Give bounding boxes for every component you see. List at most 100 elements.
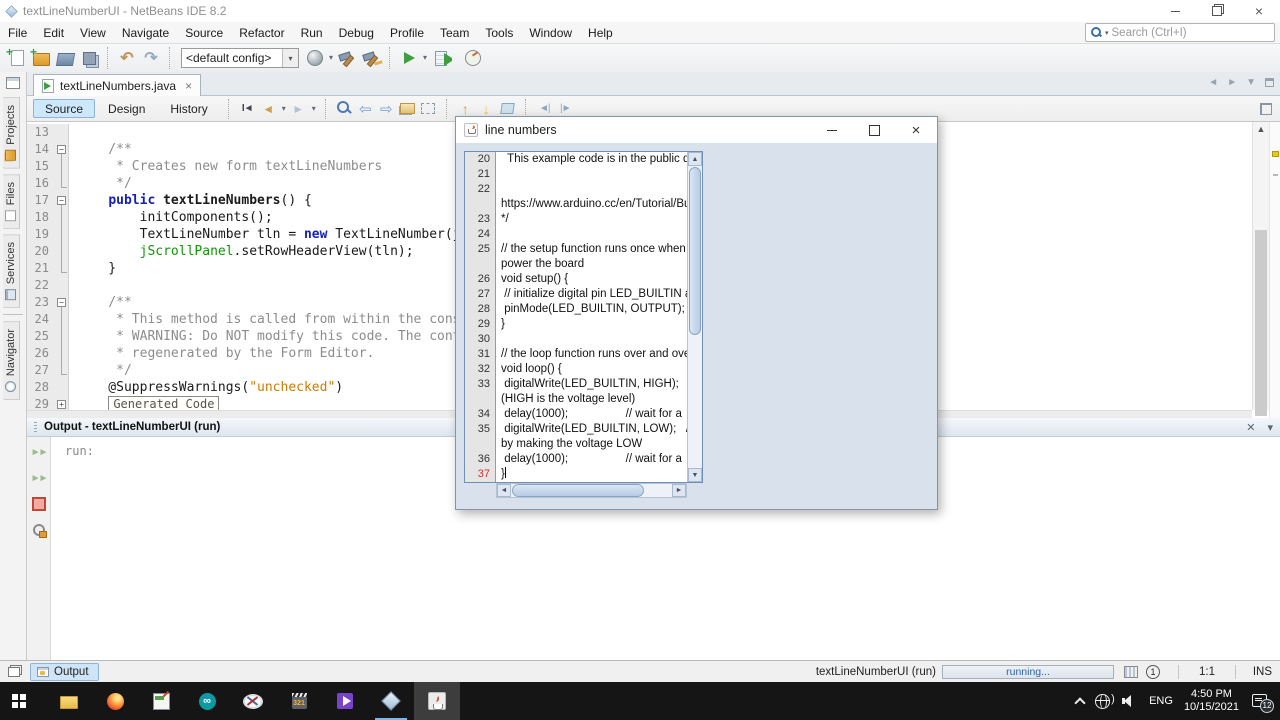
dialog-text-row[interactable]: 24 [465, 227, 687, 242]
code-text[interactable]: /** [69, 141, 132, 158]
taskbar-firefox-icon[interactable] [92, 682, 138, 720]
restore-group-icon[interactable] [8, 666, 20, 677]
dock-window-icon[interactable] [6, 77, 20, 89]
editor-scrollbar-thumb[interactable] [1255, 230, 1267, 416]
dialog-text-row[interactable]: 22 [465, 182, 687, 197]
process-list-icon[interactable] [1124, 665, 1138, 678]
code-text[interactable]: TextLineNumber tln = new TextLineNumber(… [69, 226, 461, 243]
code-text[interactable]: jScrollPanel.setRowHeaderView(tln); [69, 243, 414, 260]
menu-window[interactable]: Window [521, 23, 580, 43]
tray-expand-icon[interactable] [1074, 697, 1086, 709]
forward-icon[interactable] [288, 98, 316, 119]
find-selection-icon[interactable] [334, 98, 355, 119]
toggle-rectangular-selection-icon[interactable] [418, 98, 439, 119]
toggle-highlight-search-icon[interactable] [397, 98, 418, 119]
open-project-icon[interactable] [53, 46, 77, 70]
redo-icon[interactable] [139, 46, 163, 70]
dialog-text-row[interactable]: 34 delay(1000); // wait for a [465, 407, 687, 422]
fold-expand-icon[interactable]: + [57, 400, 66, 409]
fold-margin[interactable] [54, 345, 69, 362]
dialog-text-row[interactable]: by making the voltage LOW [465, 437, 687, 452]
menu-file[interactable]: File [0, 23, 35, 43]
menu-profile[interactable]: Profile [382, 23, 432, 43]
dialog-minimize-icon[interactable] [811, 117, 853, 143]
new-project-icon[interactable]: + [29, 45, 53, 70]
dialog-hscroll-thumb[interactable] [512, 484, 644, 497]
fold-margin[interactable] [54, 362, 69, 379]
scroll-tabs-right-icon[interactable]: ► [1227, 77, 1237, 88]
taskbar-file-explorer-icon[interactable] [46, 682, 92, 720]
dialog-horizontal-scrollbar[interactable]: ◄ ► [496, 483, 687, 498]
clock[interactable]: 4:50 PM 10/15/2021 [1184, 688, 1239, 714]
maximize-window-icon[interactable] [1265, 78, 1274, 87]
code-text[interactable]: */ [69, 175, 132, 192]
view-button-source[interactable]: Source [33, 99, 96, 118]
previous-occurrence-icon[interactable] [355, 98, 376, 119]
set-configuration-icon[interactable] [303, 46, 333, 70]
fold-margin[interactable] [54, 277, 69, 294]
fold-margin[interactable] [54, 209, 69, 226]
taskbar-snipping-icon[interactable] [230, 682, 276, 720]
code-text[interactable]: * WARNING: Do NOT modify this code. The … [69, 328, 460, 345]
dialog-text-row[interactable]: 25 // the setup function runs once when y [465, 242, 687, 257]
scroll-left-icon[interactable]: ◄ [497, 484, 511, 497]
fold-margin[interactable] [54, 379, 69, 396]
taskbar-image-editor-icon[interactable] [138, 682, 184, 720]
scroll-up-icon[interactable]: ▲ [688, 152, 702, 166]
menu-team[interactable]: Team [432, 23, 477, 43]
code-text[interactable]: * regenerated by the Form Editor. [69, 345, 374, 362]
fold-margin[interactable] [54, 243, 69, 260]
menu-view[interactable]: View [72, 23, 114, 43]
dialog-vertical-scrollbar[interactable]: ▲ ▼ [687, 152, 702, 482]
code-text[interactable]: * Creates new form textLineNumbers [69, 158, 382, 175]
dialog-text-row[interactable]: 30 [465, 332, 687, 347]
dialog-text-row[interactable]: 28 pinMode(LED_BUILTIN, OUTPUT); [465, 302, 687, 317]
document-list-icon[interactable]: ▼ [1246, 77, 1256, 88]
close-icon[interactable] [1238, 0, 1280, 22]
split-document-icon[interactable] [1260, 102, 1272, 115]
dialog-text-row[interactable]: 20 This example code is in the public d [465, 152, 687, 167]
dialog-text-row[interactable]: 33 digitalWrite(LED_BUILTIN, HIGH); / [465, 377, 687, 392]
dialog-maximize-icon[interactable] [853, 117, 895, 143]
network-icon[interactable] [1095, 693, 1111, 709]
dialog-text-area[interactable]: 20 This example code is in the public d 2… [465, 152, 687, 482]
progress-bar[interactable]: running... [942, 664, 1114, 679]
taskbar-mpc-icon[interactable] [276, 682, 322, 720]
run-project-icon[interactable] [397, 46, 427, 70]
rerun-icon[interactable] [30, 444, 48, 460]
scroll-up-icon[interactable]: ▲ [1253, 124, 1269, 134]
last-edit-location-icon[interactable] [237, 98, 258, 119]
notifications-icon[interactable]: 1 [1146, 664, 1160, 679]
language-indicator[interactable]: ENG [1149, 695, 1173, 707]
drag-handle-icon[interactable] [34, 421, 37, 433]
ant-settings-icon[interactable] [30, 522, 48, 538]
output-close-icon[interactable]: ✕ [1246, 421, 1255, 434]
fold-margin[interactable] [54, 124, 69, 141]
dialog-text-row[interactable]: 37} [465, 467, 687, 482]
fold-margin[interactable] [54, 260, 69, 277]
taskbar-arduino-icon[interactable] [184, 682, 230, 720]
fold-margin[interactable] [54, 158, 69, 175]
menu-refactor[interactable]: Refactor [231, 23, 292, 43]
fold-margin[interactable]: − [54, 192, 69, 209]
code-text[interactable]: public textLineNumbers() { [69, 192, 312, 209]
fold-margin[interactable]: − [54, 294, 69, 311]
search-scope-caret-icon[interactable]: ▾ [1105, 29, 1109, 37]
code-text[interactable]: /** [69, 294, 132, 311]
dialog-close-icon[interactable] [895, 117, 937, 143]
fold-margin[interactable] [54, 175, 69, 192]
dialog-titlebar[interactable]: line numbers [456, 117, 937, 143]
search-box[interactable]: ▾ [1085, 23, 1275, 42]
menu-run[interactable]: Run [293, 23, 331, 43]
debug-project-icon[interactable] [429, 46, 453, 70]
action-center-icon[interactable]: 12 [1252, 693, 1274, 713]
dialog-text-row[interactable]: 26 void setup() { [465, 272, 687, 287]
code-text[interactable]: initComponents(); [69, 209, 273, 226]
dialog-text-row[interactable]: 32 void loop() { [465, 362, 687, 377]
new-file-icon[interactable]: + [5, 45, 29, 70]
dialog-text-row[interactable]: power the board [465, 257, 687, 272]
scroll-tabs-left-icon[interactable]: ◄ [1208, 77, 1218, 88]
stop-icon[interactable] [30, 496, 48, 512]
clean-and-build-icon[interactable] [359, 46, 383, 70]
undo-icon[interactable] [115, 46, 139, 70]
